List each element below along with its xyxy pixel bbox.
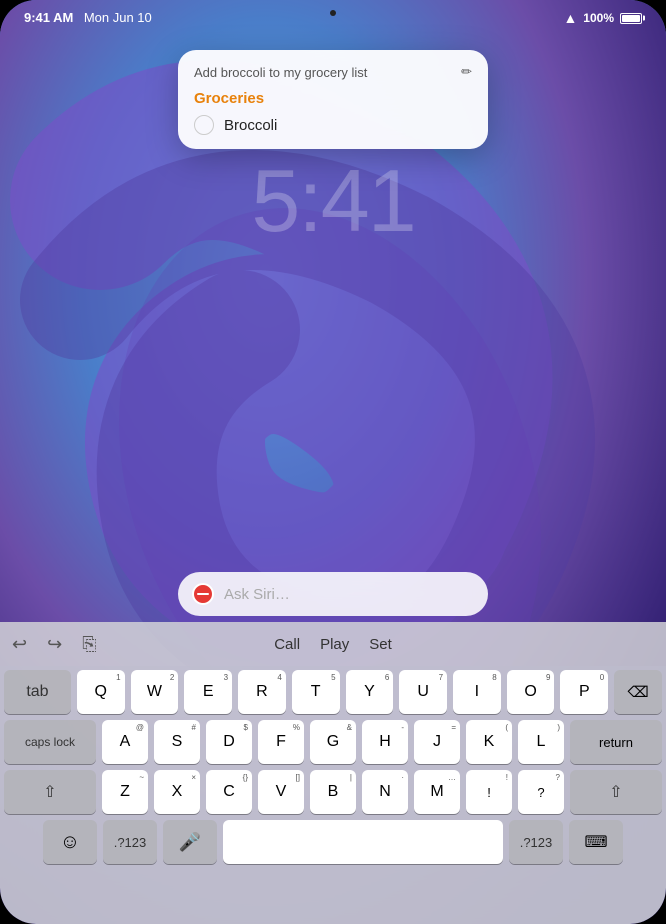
key-e[interactable]: 3 E xyxy=(184,670,232,714)
key-k[interactable]: ( K xyxy=(466,720,512,764)
key-h[interactable]: - H xyxy=(362,720,408,764)
battery-icon xyxy=(620,13,642,24)
suggestion-bar: ↩ ↪ ⎘ Call Play Set xyxy=(0,622,666,666)
status-time-date: 9:41 AM Mon Jun 10 xyxy=(24,9,152,27)
key-d[interactable]: $ D xyxy=(206,720,252,764)
siri-no-entry-icon xyxy=(192,583,214,605)
tab-key[interactable]: tab xyxy=(4,670,71,714)
num-toggle-left-key[interactable]: .?123 xyxy=(103,820,157,864)
edit-icon[interactable]: ✏ xyxy=(461,64,472,80)
key-o[interactable]: 9 O xyxy=(507,670,555,714)
lock-time: 5:41 xyxy=(251,150,414,252)
key-j[interactable]: = J xyxy=(414,720,460,764)
key-b[interactable]: | B xyxy=(310,770,356,814)
keyboard-row-3: ⇧ ~ Z × X {} C [] V | B · xyxy=(4,770,662,814)
key-s[interactable]: # S xyxy=(154,720,200,764)
siri-placeholder: Ask Siri… xyxy=(224,586,290,603)
key-r[interactable]: 4 R xyxy=(238,670,286,714)
notif-header: Add broccoli to my grocery list ✏ xyxy=(194,64,472,80)
keyboard: tab 1 Q 2 W 3 E 4 R 5 T 6 xyxy=(0,666,666,924)
camera-dot xyxy=(330,10,336,16)
suggestion-play[interactable]: Play xyxy=(320,636,349,653)
key-t[interactable]: 5 T xyxy=(292,670,340,714)
key-p[interactable]: 0 P xyxy=(560,670,608,714)
key-x[interactable]: × X xyxy=(154,770,200,814)
keyboard-row-2: caps lock @ A # S $ D % F & G xyxy=(4,720,662,764)
emoji-icon: ☺ xyxy=(60,831,80,854)
delete-key[interactable]: ⌫ xyxy=(614,670,662,714)
suggestion-set[interactable]: Set xyxy=(369,636,392,653)
ipad-frame: 9:41 AM Mon Jun 10 ▲ 100% Add broccoli t… xyxy=(0,0,666,924)
key-a[interactable]: @ A xyxy=(102,720,148,764)
mic-key[interactable]: 🎤 xyxy=(163,820,217,864)
key-z[interactable]: ~ Z xyxy=(102,770,148,814)
key-q[interactable]: 1 Q xyxy=(77,670,125,714)
keyboard-row-1: tab 1 Q 2 W 3 E 4 R 5 T 6 xyxy=(4,670,662,714)
key-exclaim[interactable]: ! ! xyxy=(466,770,512,814)
notif-list-name: Groceries xyxy=(194,90,472,107)
key-f[interactable]: % F xyxy=(258,720,304,764)
key-c[interactable]: {} C xyxy=(206,770,252,814)
suggestion-words: Call Play Set xyxy=(274,636,392,653)
key-question[interactable]: ? ? xyxy=(518,770,564,814)
emoji-key[interactable]: ☺ xyxy=(43,820,97,864)
key-y[interactable]: 6 Y xyxy=(346,670,394,714)
copy-button[interactable]: ⎘ xyxy=(82,634,96,655)
redo-button[interactable]: ↪ xyxy=(47,634,62,655)
keyboard-icon-key[interactable]: ⌨ xyxy=(569,820,623,864)
keyboard-icon: ⌨ xyxy=(584,832,607,852)
num-toggle-right-key[interactable]: .?123 xyxy=(509,820,563,864)
shift-left-key[interactable]: ⇧ xyxy=(4,770,96,814)
copy-icon: ⎘ xyxy=(82,634,96,655)
notif-checkbox[interactable] xyxy=(194,115,214,135)
undo-icon: ↩ xyxy=(12,634,27,655)
undo-button[interactable]: ↩ xyxy=(12,634,27,655)
key-l[interactable]: ) L xyxy=(518,720,564,764)
status-bar: 9:41 AM Mon Jun 10 ▲ 100% xyxy=(0,0,666,36)
key-n[interactable]: · N xyxy=(362,770,408,814)
return-key[interactable]: return xyxy=(570,720,662,764)
key-m[interactable]: … M xyxy=(414,770,460,814)
key-w[interactable]: 2 W xyxy=(131,670,179,714)
status-right: ▲ 100% xyxy=(563,10,642,26)
mic-icon: 🎤 xyxy=(179,832,201,853)
keyboard-bottom-row: ☺ .?123 🎤 .?123 ⌨ xyxy=(4,820,662,864)
redo-icon: ↪ xyxy=(47,634,62,655)
key-v[interactable]: [] V xyxy=(258,770,304,814)
siri-bar[interactable]: Ask Siri… xyxy=(178,572,488,616)
key-g[interactable]: & G xyxy=(310,720,356,764)
suggestion-bar-left: ↩ ↪ ⎘ xyxy=(12,634,97,655)
suggestion-call[interactable]: Call xyxy=(274,636,300,653)
battery-percent: 100% xyxy=(583,11,614,25)
num-toggle-right-label: .?123 xyxy=(520,835,553,850)
space-key[interactable] xyxy=(223,820,503,864)
notif-title: Add broccoli to my grocery list xyxy=(194,65,457,80)
key-i[interactable]: 8 I xyxy=(453,670,501,714)
notif-item-name: Broccoli xyxy=(224,117,277,134)
wifi-icon: ▲ xyxy=(563,10,577,26)
caps-lock-key[interactable]: caps lock xyxy=(4,720,96,764)
notification-card[interactable]: Add broccoli to my grocery list ✏ Grocer… xyxy=(178,50,488,149)
status-date: Mon Jun 10 xyxy=(84,10,152,25)
num-toggle-left-label: .?123 xyxy=(114,835,147,850)
key-u[interactable]: 7 U xyxy=(399,670,447,714)
shift-right-key[interactable]: ⇧ xyxy=(570,770,662,814)
notif-item-row: Broccoli xyxy=(194,115,472,135)
status-time: 9:41 AM xyxy=(24,10,73,25)
